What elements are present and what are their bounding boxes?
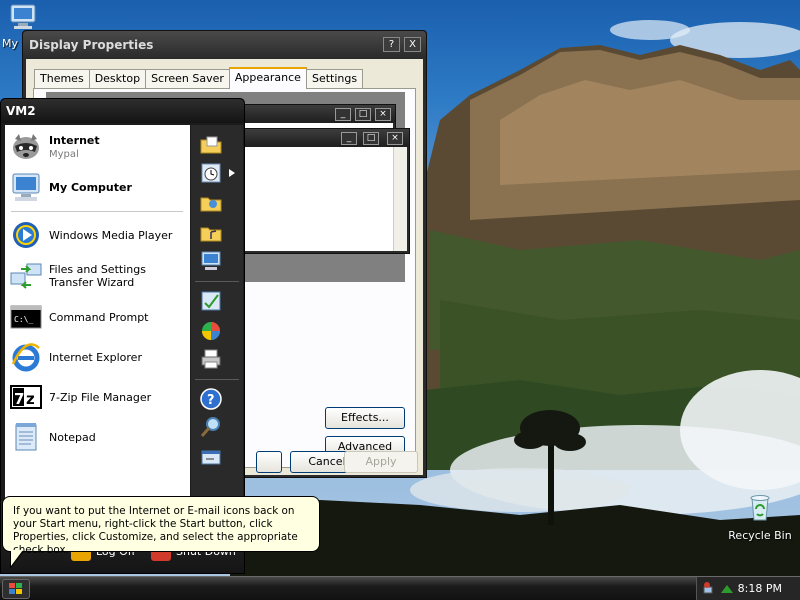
notepad-icon <box>15 423 37 451</box>
balloon-tip[interactable]: If you want to put the Internet or E-mai… <box>2 496 320 556</box>
program-label: Files and Settings Transfer Wizard <box>49 263 146 289</box>
preview-scrollbar <box>393 147 407 251</box>
desktop-icon-label: Recycle Bin <box>728 529 792 542</box>
program-item-transfer-wizard[interactable]: Files and Settings Transfer Wizard <box>9 257 187 295</box>
pinned-item-internet[interactable]: Internet Mypal <box>9 129 187 165</box>
menu-separator <box>195 379 239 380</box>
run-icon[interactable] <box>199 445 223 469</box>
program-label: Windows Media Player <box>49 228 173 242</box>
program-item-internet-explorer[interactable]: Internet Explorer <box>9 339 187 375</box>
tab-themes[interactable]: Themes <box>34 69 90 88</box>
effects-button[interactable]: Effects... <box>325 407 405 429</box>
help-icon[interactable]: ? <box>199 387 223 411</box>
program-label: 7-Zip File Manager <box>49 390 152 404</box>
program-label: Command Prompt <box>49 310 149 324</box>
program-label: Internet Explorer <box>49 350 142 364</box>
recycle-bin-icon <box>750 495 770 521</box>
internet-explorer-icon <box>11 343 40 372</box>
my-computer-icon <box>10 4 36 29</box>
transfer-wizard-icon <box>10 263 42 289</box>
windows-logo-icon <box>9 583 22 594</box>
desktop-icon-recycle-bin[interactable]: Recycle Bin <box>724 492 796 542</box>
program-label: Notepad <box>49 430 96 444</box>
system-tray: 8:18 PM <box>696 577 800 600</box>
tab-desktop[interactable]: Desktop <box>88 69 147 88</box>
ok-button[interactable] <box>256 451 282 473</box>
printers-icon[interactable] <box>199 347 223 371</box>
window-title: Display Properties <box>23 31 426 59</box>
search-icon[interactable] <box>199 415 223 439</box>
start-menu-places: ? <box>191 125 243 501</box>
program-item-media-player[interactable]: Windows Media Player <box>9 217 187 253</box>
my-documents-icon[interactable] <box>199 133 223 157</box>
start-button[interactable] <box>2 579 30 599</box>
submenu-arrow-icon <box>229 169 235 177</box>
raccoon-browser-icon <box>13 134 39 159</box>
safely-remove-icon[interactable] <box>719 581 735 597</box>
tab-screen-saver[interactable]: Screen Saver <box>145 69 230 88</box>
start-menu-programs: Internet Mypal My Computer Windows Media … <box>5 125 190 501</box>
program-item-notepad[interactable]: Notepad <box>9 419 187 455</box>
pinned-item-my-computer[interactable]: My Computer <box>9 169 187 205</box>
program-item-command-prompt[interactable]: C:\_ Command Prompt <box>9 299 187 335</box>
my-pictures-icon[interactable] <box>199 191 223 215</box>
my-computer-icon <box>12 173 40 201</box>
menu-separator <box>195 281 239 282</box>
svg-text:C:\_: C:\_ <box>14 315 33 324</box>
media-player-icon <box>13 222 39 248</box>
seven-zip-icon: 7 z <box>10 385 42 409</box>
taskbar: 8:18 PM <box>0 576 800 600</box>
tab-settings[interactable]: Settings <box>305 69 364 88</box>
close-button[interactable]: X <box>404 37 421 52</box>
start-menu-user: VM2 <box>1 99 244 123</box>
svg-text:7: 7 <box>14 390 24 408</box>
tab-appearance[interactable]: Appearance <box>228 67 307 89</box>
program-item-7zip[interactable]: 7 z 7-Zip File Manager <box>9 379 187 415</box>
tab-strip: Themes Desktop Screen Saver Appearance S… <box>34 67 364 89</box>
clock[interactable]: 8:18 PM <box>738 582 782 595</box>
svg-text:?: ? <box>207 393 215 408</box>
balloon-tail-fill <box>11 550 23 566</box>
pinned-sublabel: Mypal <box>49 148 79 160</box>
default-programs-icon[interactable] <box>199 319 223 343</box>
pinned-label: My Computer <box>49 180 132 194</box>
desktop-icon-label: My <box>2 37 19 50</box>
network-icon[interactable] <box>703 581 719 597</box>
recent-documents-icon[interactable] <box>199 161 223 185</box>
help-button[interactable]: ? <box>383 37 400 52</box>
command-prompt-icon: C:\_ <box>10 305 42 329</box>
pinned-label: Internet <box>49 133 100 147</box>
control-panel-icon[interactable] <box>199 289 223 313</box>
svg-text:z: z <box>26 390 35 408</box>
apply-button[interactable]: Apply <box>344 451 418 473</box>
my-computer-icon[interactable] <box>199 249 223 273</box>
menu-separator <box>11 211 183 212</box>
my-music-icon[interactable] <box>199 221 223 245</box>
